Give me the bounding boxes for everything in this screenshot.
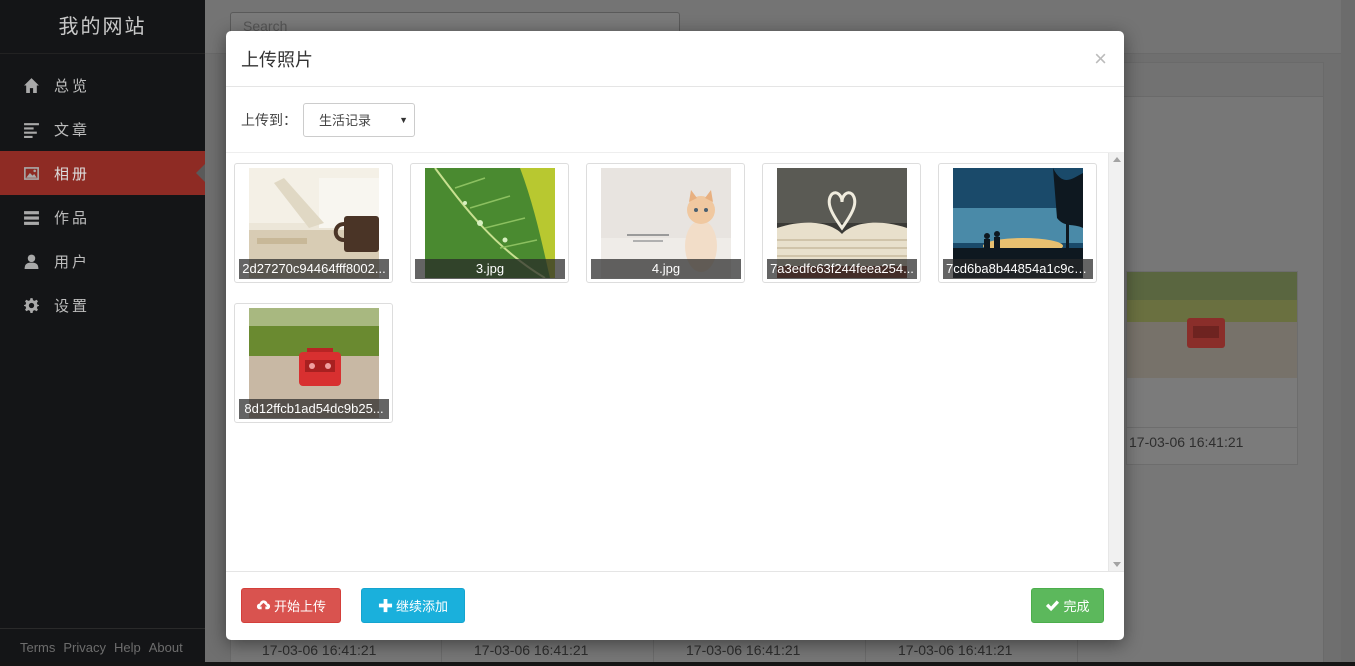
file-thumbnail[interactable]: 7cd6ba8b44854a1c9c3...	[938, 163, 1097, 283]
window-bottom-edge	[0, 662, 1355, 666]
file-queue: 2d27270c94464fff8002... 3.jpg 4.jpg 7a3e…	[226, 153, 1124, 571]
file-name: 3.jpg	[415, 259, 565, 279]
sidebar-item-overview[interactable]: 总览	[0, 63, 205, 107]
cog-icon	[22, 296, 40, 314]
sidebar-item-label: 文章	[54, 121, 91, 139]
file-name: 7cd6ba8b44854a1c9c3...	[943, 259, 1093, 279]
page-scrollbar[interactable]	[1341, 0, 1355, 666]
sidebar-item-works[interactable]: 作品	[0, 195, 205, 239]
plus-icon	[378, 598, 393, 613]
caret-down-icon: ▼	[399, 114, 408, 125]
file-thumbnail[interactable]: 3.jpg	[410, 163, 569, 283]
file-thumbnail[interactable]: 2d27270c94464fff8002...	[234, 163, 393, 283]
file-queue-scrollbar[interactable]	[1108, 153, 1124, 571]
album-select[interactable]: 生活记录 ▼	[303, 102, 415, 137]
file-thumbnail[interactable]: 8d12ffcb1ad54dc9b25...	[234, 303, 393, 423]
start-upload-button[interactable]: 开始上传	[241, 588, 341, 623]
continue-add-button[interactable]: 继续添加	[361, 588, 465, 623]
scroll-up-icon[interactable]	[1113, 157, 1121, 162]
file-name: 8d12ffcb1ad54dc9b25...	[239, 399, 389, 419]
close-icon[interactable]: ×	[1094, 47, 1109, 70]
sidebar-item-articles[interactable]: 文章	[0, 107, 205, 151]
start-upload-label: 开始上传	[273, 599, 326, 614]
picture-icon	[22, 164, 40, 182]
sidebar-nav: 总览 文章 相册 作品 用户 设置	[0, 63, 205, 327]
sidebar-item-label: 相册	[54, 165, 91, 183]
site-brand[interactable]: 我的网站	[0, 0, 205, 54]
tasks-icon	[22, 208, 40, 226]
footer-link-help[interactable]: Help	[114, 640, 141, 655]
sidebar-item-label: 设置	[54, 297, 91, 315]
done-label: 完成	[1063, 599, 1090, 614]
upload-to-label: 上传到：	[241, 111, 297, 128]
done-button[interactable]: 完成	[1031, 588, 1104, 623]
scroll-down-icon[interactable]	[1113, 562, 1121, 567]
file-thumbnail[interactable]: 7a3edfc63f244feea254...	[762, 163, 921, 283]
sidebar: 我的网站 总览 文章 相册 作品 用户 设置 Terms Privacy Hel…	[0, 0, 205, 666]
continue-add-label: 继续添加	[395, 599, 448, 614]
photo-card[interactable]: 17-03-06 16:41:21	[1126, 271, 1298, 465]
sidebar-item-users[interactable]: 用户	[0, 239, 205, 283]
photo-red-radio-icon	[1127, 272, 1297, 378]
file-name: 7a3edfc63f244feea254...	[767, 259, 917, 279]
align-left-icon	[22, 120, 40, 138]
sidebar-item-label: 总览	[54, 77, 91, 95]
photo-date: 17-03-06 16:41:21	[1127, 427, 1297, 450]
cloud-upload-icon	[256, 600, 271, 610]
sidebar-footer: Terms Privacy Help About	[0, 628, 205, 666]
sidebar-item-settings[interactable]: 设置	[0, 283, 205, 327]
album-select-value: 生活记录	[319, 113, 372, 128]
footer-link-terms[interactable]: Terms	[20, 640, 55, 655]
file-thumbnail[interactable]: 4.jpg	[586, 163, 745, 283]
upload-target-row: 上传到： 生活记录 ▼	[226, 87, 1124, 153]
sidebar-item-album[interactable]: 相册	[0, 151, 205, 195]
footer-link-about[interactable]: About	[149, 640, 183, 655]
modal-title: 上传照片	[241, 49, 313, 70]
upload-photo-modal: 上传照片 × 上传到： 生活记录 ▼ 2d27270c94464fff8002.…	[226, 31, 1124, 640]
check-icon	[1046, 600, 1060, 612]
modal-header: 上传照片 ×	[226, 31, 1124, 87]
sidebar-item-label: 作品	[54, 209, 91, 227]
modal-footer: 开始上传 继续添加 完成	[226, 571, 1124, 640]
sidebar-item-label: 用户	[54, 253, 91, 271]
footer-link-privacy[interactable]: Privacy	[63, 640, 106, 655]
user-icon	[22, 252, 40, 270]
home-icon	[22, 76, 40, 94]
file-name: 2d27270c94464fff8002...	[239, 259, 389, 279]
file-name: 4.jpg	[591, 259, 741, 279]
